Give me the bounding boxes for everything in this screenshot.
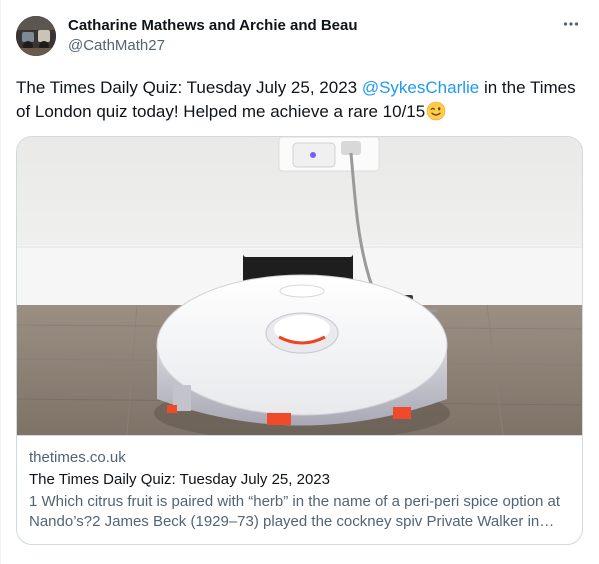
timeline-divider <box>0 0 1 564</box>
mention-link[interactable]: @SykesCharlie <box>362 78 479 97</box>
author-display-name[interactable]: Catharine Mathews and Archie and Beau <box>68 16 358 36</box>
card-description: 1 Which citrus fruit is paired with “her… <box>29 493 561 530</box>
tweet-text-start: The Times Daily Quiz: Tuesday July 25, 2… <box>16 78 362 97</box>
card-title[interactable]: The Times Daily Quiz: Tuesday July 25, 2… <box>29 470 570 490</box>
more-options-icon[interactable] <box>559 12 583 36</box>
winking-face-icon <box>426 101 446 121</box>
tweet-text: The Times Daily Quiz: Tuesday July 25, 2… <box>16 76 581 124</box>
card-body: thetimes.co.uk The Times Daily Quiz: Tue… <box>17 436 582 532</box>
author-names: Catharine Mathews and Archie and Beau @C… <box>68 16 358 56</box>
card-image-robot-vacuum[interactable] <box>17 137 582 436</box>
author-handle[interactable]: @CathMath27 <box>68 36 358 56</box>
card-domain: thetimes.co.uk <box>29 449 126 466</box>
tweet-header: Catharine Mathews and Archie and Beau @C… <box>16 12 583 58</box>
avatar[interactable] <box>16 16 56 56</box>
tweet[interactable]: Catharine Mathews and Archie and Beau @C… <box>16 12 583 545</box>
link-card[interactable]: thetimes.co.uk The Times Daily Quiz: Tue… <box>16 136 583 545</box>
